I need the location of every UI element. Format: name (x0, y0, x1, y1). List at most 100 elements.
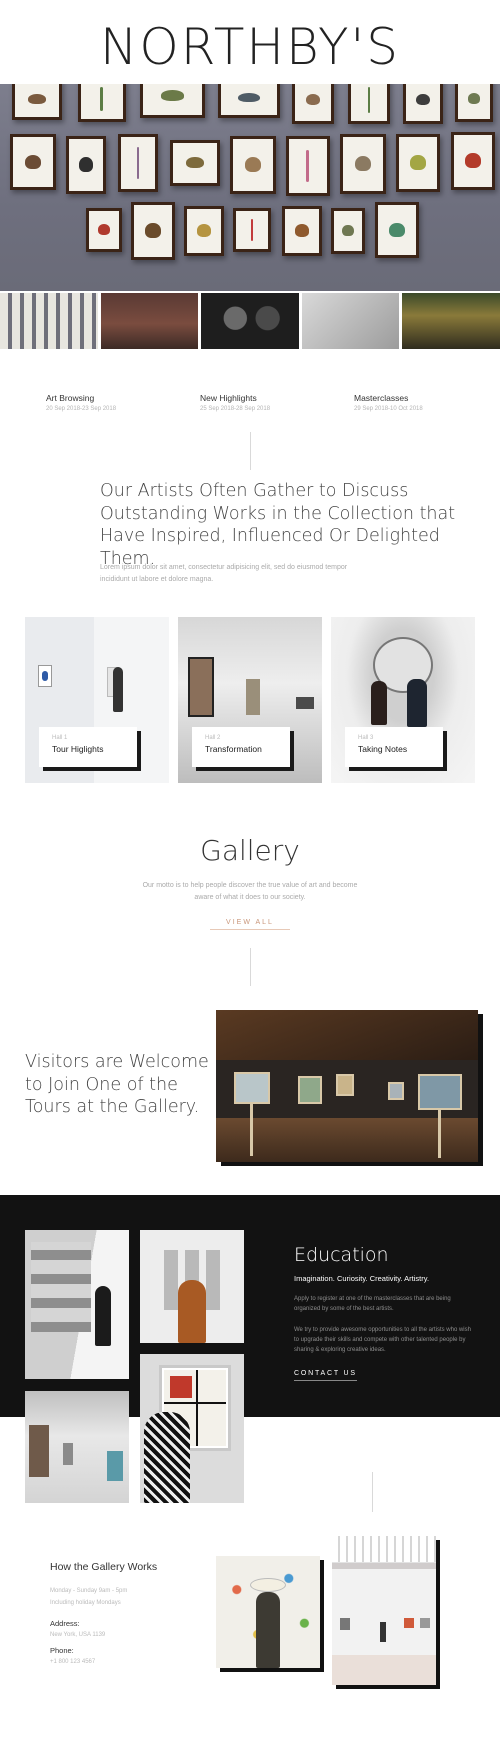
event-item[interactable]: Art Browsing 20 Sep 2018-23 Sep 2018 (46, 393, 186, 412)
thumbnail-paintings-room[interactable] (100, 293, 199, 349)
plant-print (233, 208, 271, 252)
hall-label-card[interactable]: Hall 1 Tour Higlights (39, 727, 137, 767)
hall-artwork (29, 1425, 49, 1477)
bird-print (375, 202, 419, 258)
bird-print (331, 208, 365, 254)
education-photo-gallery-hall (25, 1391, 129, 1503)
easel-painting (418, 1074, 462, 1110)
thumbnail-white-hall[interactable] (301, 293, 400, 349)
event-date: 20 Sep 2018-23 Sep 2018 (46, 406, 117, 412)
hall-artwork (296, 697, 314, 709)
hall-artwork (107, 1451, 123, 1481)
easel-painting (234, 1072, 270, 1104)
bird-print (403, 84, 443, 124)
thumbnail-museum-hall[interactable] (402, 293, 500, 349)
hall-label-card[interactable]: Hall 3 Taking Notes (345, 727, 443, 767)
hall-name[interactable]: Transformation (205, 744, 277, 754)
bird-print (340, 134, 386, 194)
hall-artwork (420, 1618, 430, 1628)
bird-print (455, 84, 493, 122)
education-photo-art-wall (25, 1230, 129, 1379)
site-logo[interactable]: NORTHBY'S (0, 18, 500, 76)
bird-print (131, 202, 175, 260)
visitor-figure (407, 679, 427, 727)
grid-line (196, 1370, 198, 1446)
opening-hours: Monday - Sunday 9am - 5pm (50, 1588, 128, 1594)
hall-label-card[interactable]: Hall 2 Transformation (192, 727, 290, 767)
visitors-heading: Visitors are Welcome to Join One of the … (25, 1052, 209, 1117)
bird-print (451, 132, 495, 190)
visitor-figure (380, 1622, 386, 1642)
grid-line (164, 1402, 226, 1404)
thumbnail-bird-wall[interactable] (0, 293, 98, 349)
bird-print (66, 136, 106, 194)
bird-print (184, 206, 224, 256)
education-photo-mondrian (140, 1354, 244, 1503)
hall-card-1[interactable]: Hall 1 Tour Higlights (25, 617, 169, 783)
event-date: 29 Sep 2018-10 Oct 2018 (354, 406, 423, 412)
thumbnail-strip (0, 293, 500, 349)
education-paragraph: Apply to register at one of the mastercl… (294, 1296, 451, 1312)
contact-us-link[interactable]: CONTACT US (294, 1370, 357, 1381)
bird-print (282, 206, 322, 256)
address-value: New York, USA 1139 (50, 1632, 106, 1638)
visitor-figure (178, 1280, 206, 1343)
plant-print (78, 84, 126, 122)
event-title[interactable]: Art Browsing (46, 393, 186, 403)
phone-value[interactable]: +1 800 123 4567 (50, 1659, 95, 1665)
hall-number: Hall 3 (358, 735, 374, 741)
gallery-subtitle: Our motto is to help people discover the… (142, 882, 358, 901)
intro-text: Lorem ipsum dolor sit amet, consectetur … (100, 564, 348, 583)
event-item[interactable]: Masterclasses 29 Sep 2018-10 Oct 2018 (354, 393, 494, 412)
event-date: 25 Sep 2018-28 Sep 2018 (200, 406, 271, 412)
hall-artwork (188, 657, 214, 717)
hall-artwork (340, 1618, 350, 1630)
phone-label: Phone: (50, 1646, 74, 1655)
divider-line (250, 432, 251, 470)
view-all-link[interactable]: VIEW ALL (210, 919, 290, 930)
visitor-figure (144, 1412, 190, 1503)
easel-painting (298, 1076, 322, 1104)
event-item[interactable]: New Highlights 25 Sep 2018-28 Sep 2018 (200, 393, 340, 412)
education-tagline: Imagination. Curiosity. Creativity. Arti… (294, 1274, 430, 1283)
easel-leg (438, 1110, 441, 1158)
address-label: Address: (50, 1619, 80, 1628)
education-photo-frames (140, 1230, 244, 1343)
event-title[interactable]: Masterclasses (354, 393, 494, 403)
tour-image (216, 1010, 478, 1162)
hero-image (0, 84, 500, 291)
framed-artworks (31, 1242, 91, 1332)
plant-print (286, 136, 330, 196)
education-title: Education (294, 1244, 389, 1266)
bird-print (170, 140, 220, 186)
visitor-figure (371, 681, 387, 725)
thumbnail-portrait[interactable] (201, 293, 299, 349)
event-title[interactable]: New Highlights (200, 393, 340, 403)
hall-artwork (38, 665, 52, 687)
bird-print (230, 136, 276, 194)
hall-card-3[interactable]: Hall 3 Taking Notes (331, 617, 475, 783)
red-square (170, 1376, 192, 1398)
bird-print (218, 84, 280, 118)
hall-number: Hall 1 (52, 735, 68, 741)
plant-print (348, 84, 390, 124)
hall-name[interactable]: Taking Notes (358, 744, 430, 754)
gallery-title: Gallery (200, 834, 300, 867)
bird-print (396, 134, 440, 192)
easel-painting (388, 1082, 404, 1100)
visitor-figure (95, 1286, 111, 1346)
bird-print (86, 208, 122, 252)
hall-artwork (63, 1443, 73, 1465)
hall-name[interactable]: Tour Higlights (52, 744, 124, 754)
intro-headline: Our Artists Often Gather to Discuss Outs… (100, 481, 456, 569)
hall-card-2[interactable]: Hall 2 Transformation (178, 617, 322, 783)
how-photo-colorful-wall (216, 1556, 320, 1668)
visitor-hat (250, 1578, 286, 1592)
ceiling-beams (216, 1010, 478, 1060)
visitor-figure (113, 667, 123, 712)
visitor-figure (256, 1592, 280, 1668)
hall-artwork (404, 1618, 414, 1628)
hall-artwork (246, 679, 260, 715)
hall-number: Hall 2 (205, 735, 221, 741)
easel-leg (250, 1104, 253, 1156)
